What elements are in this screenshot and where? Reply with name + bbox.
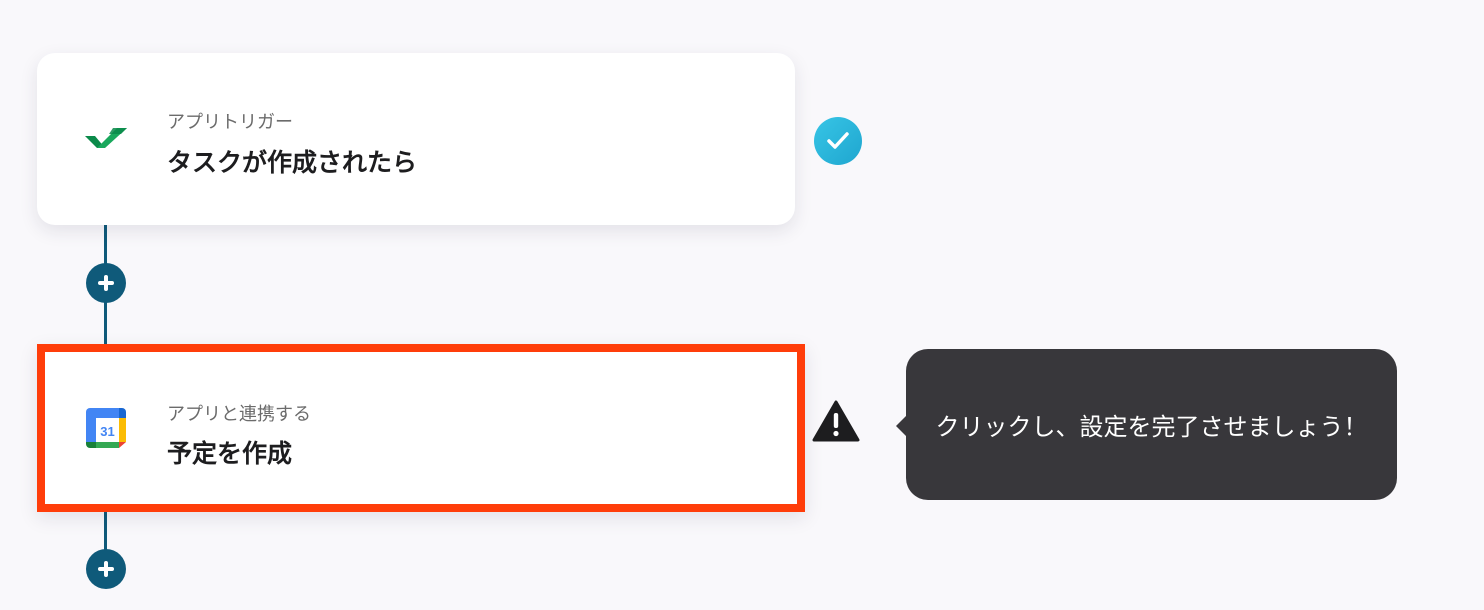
- tooltip-text: クリックし、設定を完了させましょう！: [935, 413, 1368, 441]
- step-title: 予定を作成: [167, 439, 293, 468]
- completed-check-icon: [814, 117, 862, 165]
- svg-text:31: 31: [100, 424, 114, 439]
- action-step-card[interactable]: 31 アプリと連携する 予定を作成: [37, 344, 805, 512]
- warning-icon: [812, 400, 860, 442]
- trigger-step-card[interactable]: アプリトリガー タスクが作成されたら: [37, 53, 795, 225]
- flow-connector-line: [104, 512, 107, 552]
- add-step-button[interactable]: [86, 549, 126, 589]
- step-subtitle: アプリトリガー: [167, 112, 293, 133]
- wrike-check-icon: [85, 128, 127, 148]
- step-subtitle: アプリと連携する: [167, 404, 311, 425]
- add-step-button[interactable]: [86, 263, 126, 303]
- step-title: タスクが作成されたら: [167, 148, 418, 177]
- setup-tooltip: クリックし、設定を完了させましょう！: [906, 349, 1397, 500]
- google-calendar-icon: 31: [86, 408, 126, 448]
